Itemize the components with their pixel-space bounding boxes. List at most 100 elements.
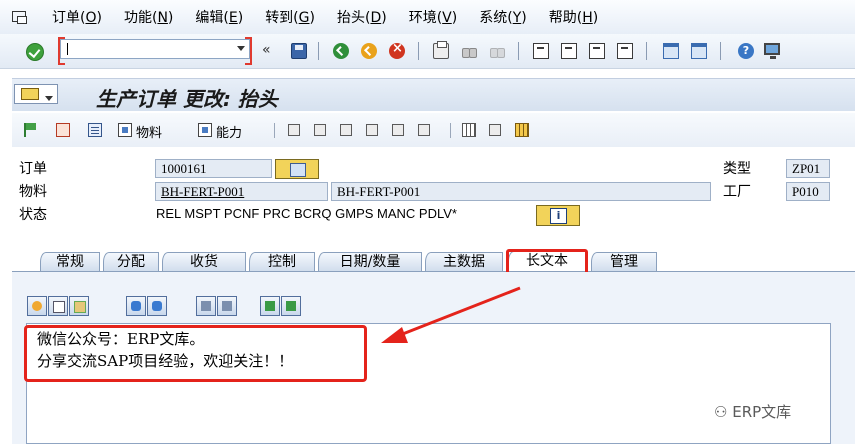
system-function-button[interactable] bbox=[14, 84, 58, 104]
chevron-down-icon[interactable] bbox=[237, 46, 245, 51]
list-icon[interactable] bbox=[88, 123, 102, 137]
type-label: 类型 bbox=[723, 161, 751, 177]
search-icon[interactable] bbox=[196, 296, 216, 316]
hierarchy-icon[interactable] bbox=[288, 124, 300, 136]
search-next-icon[interactable] bbox=[217, 296, 237, 316]
material-label: 物料 bbox=[19, 184, 47, 200]
enter-check-icon[interactable] bbox=[26, 43, 44, 61]
menu-goto-key: G bbox=[298, 10, 310, 26]
order-field[interactable]: 1000161 bbox=[155, 159, 272, 178]
menu-environment[interactable]: 环境(V) bbox=[409, 7, 458, 27]
last-page-icon[interactable] bbox=[617, 43, 633, 59]
capacity-icon[interactable] bbox=[198, 123, 212, 137]
document-icon[interactable] bbox=[56, 123, 70, 137]
tab-assignment[interactable]: 分配 bbox=[103, 252, 159, 272]
material-button-label[interactable]: 物料 bbox=[136, 122, 162, 141]
export-icon[interactable] bbox=[281, 296, 301, 316]
toolbar-separator bbox=[318, 42, 319, 60]
previous-page-icon[interactable] bbox=[561, 43, 577, 59]
menu-environment-key: V bbox=[442, 10, 452, 26]
command-field-focus-right bbox=[245, 37, 252, 65]
status-label: 状态 bbox=[19, 207, 47, 223]
command-field[interactable] bbox=[58, 37, 252, 65]
layout-monitor-icon[interactable] bbox=[764, 43, 780, 59]
shortcut-icon[interactable] bbox=[691, 43, 707, 59]
folder-icon bbox=[21, 88, 39, 100]
save-icon[interactable] bbox=[291, 43, 307, 59]
find-next-icon[interactable] bbox=[489, 43, 505, 59]
edit-order-button[interactable] bbox=[275, 159, 319, 179]
chevron-down-icon bbox=[45, 96, 53, 101]
menu-function-label: 功能( bbox=[123, 10, 158, 26]
menu-function-end: ) bbox=[167, 10, 174, 26]
status-info-button[interactable]: i bbox=[536, 205, 580, 226]
menu-order-end: ) bbox=[96, 10, 102, 26]
tab-control[interactable]: 控制 bbox=[249, 252, 315, 272]
plant-label: 工厂 bbox=[723, 184, 751, 200]
tab-general[interactable]: 常规 bbox=[40, 252, 100, 272]
toolbar-separator bbox=[646, 42, 647, 60]
first-page-icon[interactable] bbox=[533, 43, 549, 59]
type-field: ZP01 bbox=[786, 159, 830, 178]
watermark-text: ERP文库 bbox=[732, 403, 792, 421]
menu-header-end: ) bbox=[381, 10, 387, 26]
menu-function[interactable]: 功能(N) bbox=[124, 7, 173, 27]
menu-edit-key: E bbox=[228, 10, 238, 26]
menu-header-key: D bbox=[370, 10, 382, 26]
filter-icon[interactable] bbox=[340, 124, 352, 136]
menu-goto-label: 转到( bbox=[265, 10, 299, 26]
toolbar-separator bbox=[450, 123, 451, 138]
toolbar-separator bbox=[274, 123, 275, 138]
menu-system-end: ) bbox=[521, 10, 527, 26]
display-icon[interactable] bbox=[392, 124, 404, 136]
find-icon[interactable] bbox=[461, 43, 477, 59]
plant-field: P010 bbox=[786, 182, 830, 201]
tab-administration[interactable]: 管理 bbox=[591, 252, 657, 272]
info-icon: i bbox=[550, 208, 567, 224]
table-icon[interactable] bbox=[515, 123, 529, 137]
grid-icon[interactable] bbox=[462, 123, 476, 137]
menu-header[interactable]: 抬头(D) bbox=[337, 7, 387, 27]
menu-help[interactable]: 帮助(H) bbox=[549, 7, 598, 27]
tab-goods-receipt[interactable]: 收货 bbox=[162, 252, 246, 272]
exit-icon[interactable] bbox=[361, 43, 377, 59]
menu-help-end: ) bbox=[592, 10, 599, 26]
material-icon[interactable] bbox=[118, 123, 132, 137]
import-icon[interactable] bbox=[260, 296, 280, 316]
back-icon[interactable] bbox=[333, 43, 349, 59]
menu-help-label: 帮助( bbox=[548, 10, 583, 26]
network-icon[interactable] bbox=[366, 124, 378, 136]
paste-icon[interactable] bbox=[69, 296, 89, 316]
menu-edit[interactable]: 编辑(E) bbox=[195, 7, 243, 27]
toolbar-separator bbox=[418, 42, 419, 60]
undo-icon[interactable] bbox=[126, 296, 146, 316]
tree-icon[interactable] bbox=[489, 124, 501, 136]
cut-icon[interactable] bbox=[27, 296, 47, 316]
application-toolbar: 物料 能力 bbox=[12, 113, 855, 147]
menu-system[interactable]: 系统(Y) bbox=[479, 7, 527, 27]
tab-dates-quantities[interactable]: 日期/数量 bbox=[318, 252, 422, 272]
material-field[interactable]: BH-FERT-P001 bbox=[155, 182, 328, 201]
cancel-icon[interactable] bbox=[389, 41, 405, 59]
flag-icon[interactable] bbox=[24, 123, 38, 137]
screen-title-bar: 生产订单 更改: 抬头 bbox=[12, 78, 855, 111]
menu-header-label: 抬头( bbox=[336, 10, 371, 26]
menu-bar: 订单(O) 功能(N) 编辑(E) 转到(G) 抬头(D) 环境(V) 系统(Y… bbox=[0, 0, 855, 34]
menu-environment-label: 环境( bbox=[408, 10, 443, 26]
next-page-icon[interactable] bbox=[589, 43, 605, 59]
copy-icon[interactable] bbox=[48, 296, 68, 316]
capacity-button-label[interactable]: 能力 bbox=[216, 122, 242, 141]
collapse-command-icon[interactable]: « bbox=[262, 42, 271, 58]
document-detail-icon[interactable] bbox=[418, 124, 430, 136]
new-session-icon[interactable] bbox=[663, 43, 679, 59]
menu-goto[interactable]: 转到(G) bbox=[265, 7, 315, 27]
print-icon[interactable] bbox=[433, 41, 449, 59]
menu-order[interactable]: 订单(O) bbox=[52, 7, 102, 27]
command-field-focus-left bbox=[58, 37, 65, 65]
print-icon[interactable] bbox=[314, 124, 326, 136]
tab-master-data[interactable]: 主数据 bbox=[425, 252, 503, 272]
redo-icon[interactable] bbox=[147, 296, 167, 316]
watermark: ⚇ ERP文库 bbox=[714, 401, 791, 422]
window-menu-icon[interactable] bbox=[10, 9, 30, 25]
help-icon[interactable]: ? bbox=[738, 43, 754, 59]
